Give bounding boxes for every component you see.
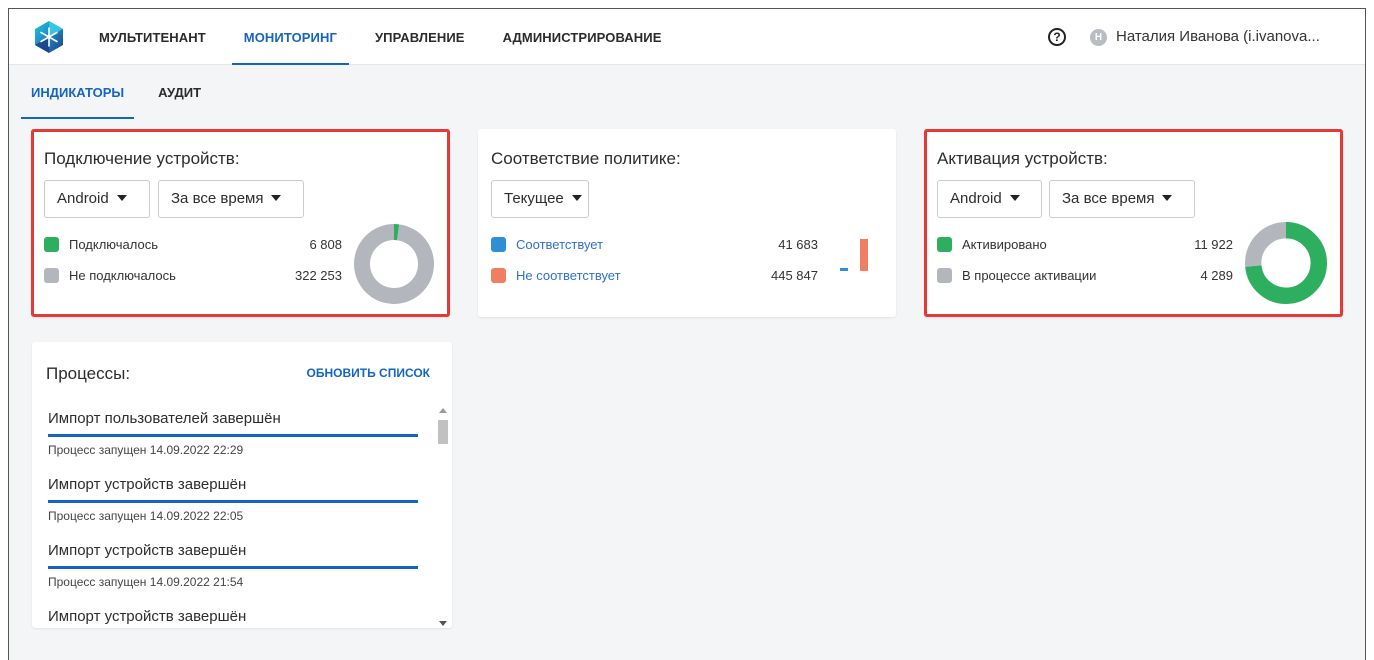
legend-value: 445 847 (771, 268, 818, 283)
period-dropdown[interactable]: За все время (1049, 180, 1195, 218)
legend-label: Активировано (962, 237, 1047, 252)
legend-item: Не подключалось 322 253 (44, 267, 342, 285)
platform-dropdown[interactable]: Android (44, 180, 150, 218)
tab-audit[interactable]: АУДИТ (158, 67, 201, 119)
scroll-up-icon[interactable] (439, 408, 447, 413)
bar-1 (840, 268, 848, 271)
legend-item: В процессе активации 4 289 (937, 267, 1233, 285)
legend-value: 6 808 (309, 237, 342, 252)
legend-label: В процессе активации (962, 268, 1097, 283)
legend-value: 4 289 (1200, 268, 1233, 283)
tab-indicators[interactable]: ИНДИКАТОРЫ (20, 67, 135, 119)
compliance-period-dropdown[interactable]: Текущее (491, 180, 589, 218)
legend-value: 41 683 (778, 237, 818, 252)
legend-swatch (937, 237, 952, 252)
compliant-link[interactable]: Соответствует (516, 236, 603, 254)
bar-2 (860, 239, 868, 271)
donut-slice-2 (1245, 222, 1287, 267)
process-time: Процесс запущен 14.09.2022 22:29 (48, 443, 244, 457)
non-compliant-link[interactable]: Не соответствует (516, 267, 621, 285)
sub-tabs: ИНДИКАТОРЫ АУДИТ (20, 67, 235, 119)
process-progress-bar (48, 434, 418, 437)
chevron-down-icon (1162, 195, 1173, 202)
connection-card: Подключение устройств: Android За все вр… (31, 129, 450, 317)
platform-dropdown[interactable]: Android (937, 180, 1042, 218)
processes-title: Процессы: (46, 364, 131, 383)
list-item[interactable]: Импорт устройств завершён Процесс запуще… (32, 542, 452, 608)
period-value: За все время (171, 190, 264, 207)
process-progress-bar (48, 566, 418, 569)
main-nav: МУЛЬТИТЕНАНТ МОНИТОРИНГ УПРАВЛЕНИЕ АДМИН… (97, 9, 697, 65)
process-time: Процесс запущен 14.09.2022 22:05 (48, 509, 244, 523)
legend-swatch (491, 268, 506, 283)
list-item[interactable]: Импорт устройств завершён (32, 608, 452, 628)
platform-value: Android (950, 190, 1002, 207)
nav-management[interactable]: УПРАВЛЕНИЕ (373, 9, 467, 65)
avatar[interactable]: Н (1090, 29, 1107, 46)
legend-label: Подключалось (69, 237, 158, 252)
card-title: Соответствие политике: (491, 149, 681, 168)
legend-label: Не подключалось (69, 268, 176, 283)
scroll-down-icon[interactable] (439, 621, 447, 626)
legend-item: Соответствует 41 683 (491, 236, 818, 254)
nav-monitoring[interactable]: МОНИТОРИНГ (231, 9, 350, 65)
process-name: Импорт устройств завершён (48, 542, 247, 559)
app-window: МУЛЬТИТЕНАНТ МОНИТОРИНГ УПРАВЛЕНИЕ АДМИН… (8, 8, 1366, 660)
list-item[interactable]: Импорт пользователей завершён Процесс за… (32, 410, 452, 476)
process-list: Импорт пользователей завершён Процесс за… (32, 410, 452, 628)
chevron-down-icon (116, 195, 127, 202)
chevron-down-icon (271, 195, 282, 202)
compliance-bar-chart (840, 239, 868, 271)
app-logo-icon[interactable] (33, 21, 65, 53)
nav-administration[interactable]: АДМИНИСТРИРОВАНИЕ (501, 9, 664, 65)
legend-item: Не соответствует 445 847 (491, 267, 818, 285)
period-dropdown[interactable]: За все время (158, 180, 304, 218)
top-bar: МУЛЬТИТЕНАНТ МОНИТОРИНГ УПРАВЛЕНИЕ АДМИН… (9, 9, 1365, 65)
period-value: Текущее (504, 190, 564, 207)
legend-swatch (937, 268, 952, 283)
process-name: Импорт устройств завершён (48, 476, 247, 493)
scrollbar-thumb[interactable] (438, 420, 448, 444)
legend-swatch (44, 237, 59, 252)
platform-value: Android (57, 190, 109, 207)
legend-item: Подключалось 6 808 (44, 236, 342, 254)
donut-slice-2 (354, 224, 434, 304)
activation-card: Активация устройств: Android За все врем… (924, 129, 1343, 317)
connection-donut-chart (354, 224, 434, 304)
process-name: Импорт пользователей завершён (48, 410, 281, 427)
compliance-card: Соответствие политике: Текущее Соответст… (478, 129, 896, 317)
card-title: Подключение устройств: (44, 149, 240, 168)
activation-donut-chart (1245, 222, 1327, 304)
process-name: Импорт устройств завершён (48, 608, 247, 625)
nav-multitenant[interactable]: МУЛЬТИТЕНАНТ (97, 9, 208, 65)
list-item[interactable]: Импорт устройств завершён Процесс запуще… (32, 476, 452, 542)
legend-item: Активировано 11 922 (937, 236, 1233, 254)
scrollbar[interactable] (436, 406, 450, 628)
help-icon[interactable]: ? (1048, 28, 1066, 46)
period-value: За все время (1062, 190, 1155, 207)
process-time: Процесс запущен 14.09.2022 21:54 (48, 575, 244, 589)
legend-swatch (44, 268, 59, 283)
process-progress-bar (48, 500, 418, 503)
chevron-down-icon (1009, 195, 1020, 202)
legend-value: 11 922 (1194, 237, 1233, 252)
legend-value: 322 253 (295, 268, 342, 283)
legend-swatch (491, 237, 506, 252)
card-title: Активация устройств: (937, 149, 1108, 168)
processes-card: Процессы: ОБНОВИТЬ СПИСОК Импорт пользов… (32, 342, 452, 628)
chevron-down-icon (571, 195, 582, 202)
user-name[interactable]: Наталия Иванова (i.ivanova... (1116, 28, 1320, 45)
refresh-list-button[interactable]: ОБНОВИТЬ СПИСОК (307, 366, 430, 380)
